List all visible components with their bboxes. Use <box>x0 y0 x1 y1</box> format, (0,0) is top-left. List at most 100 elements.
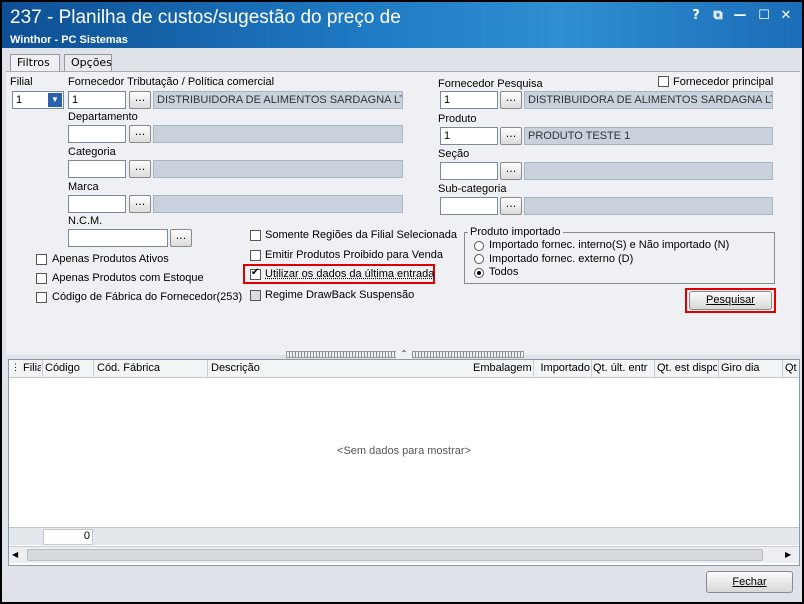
ncm-input[interactable] <box>68 229 168 247</box>
filters-panel: Filial 1 ▼ Fornecedor Tributação / Polít… <box>6 71 800 355</box>
column-header-giro-dia[interactable]: Giro dia <box>721 362 781 374</box>
marca-input[interactable] <box>68 195 126 213</box>
produto-label: Produto <box>438 113 477 125</box>
subcategoria-name-field <box>524 197 773 215</box>
column-header-importado[interactable]: Importado <box>536 362 590 374</box>
filial-value: 1 <box>16 94 23 106</box>
forn-pesq-search-button[interactable]: ... <box>500 91 522 109</box>
fechar-button[interactable]: Fechar <box>706 571 793 593</box>
emitir-proibido-label: Emitir Produtos Proibido para Venda <box>265 249 443 261</box>
radio-importado-interno[interactable] <box>474 241 484 251</box>
somente-regioes-label: Somente Regiões da Filial Selecionada <box>265 229 458 241</box>
column-separator <box>782 360 783 378</box>
forn-trib-name-field: DISTRIBUIDORA DE ALIMENTOS SARDAGNA LTDA <box>153 91 403 109</box>
departamento-name-field <box>153 125 403 143</box>
column-separator <box>654 360 655 378</box>
apenas-ativos-label: Apenas Produtos Ativos <box>52 253 169 265</box>
subcategoria-search-button[interactable]: ... <box>500 197 522 215</box>
scroll-thumb[interactable] <box>27 549 763 561</box>
column-separator <box>42 360 43 378</box>
filial-select[interactable]: 1 ▼ <box>12 91 64 109</box>
secao-label: Seção <box>438 148 470 160</box>
marca-search-button[interactable]: ... <box>129 195 151 213</box>
radio-todos-label: Todos <box>489 266 519 278</box>
tab-opcoes[interactable]: Opções <box>64 54 112 71</box>
title-bar: 237 - Planilha de custos/sugestão do pre… <box>2 2 802 48</box>
column-header-qt[interactable]: Qt <box>785 362 799 374</box>
window-subtitle: Winthor - PC Sistemas <box>10 34 128 46</box>
categoria-input[interactable] <box>68 160 126 178</box>
marca-label: Marca <box>68 181 99 193</box>
emitir-proibido-checkbox[interactable] <box>250 250 261 261</box>
scroll-left-icon[interactable]: ◀ <box>12 550 18 559</box>
panel-splitter[interactable]: ⌃ <box>286 350 524 359</box>
chevron-up-icon[interactable]: ⌃ <box>396 350 412 359</box>
column-separator <box>207 360 208 378</box>
radio-importado-externo-label: Importado fornec. externo (D) <box>489 253 634 265</box>
column-header-cod-fabrica[interactable]: Cód. Fábrica <box>97 362 207 374</box>
footer-total: 0 <box>43 529 93 545</box>
radio-importado-externo[interactable] <box>474 254 484 264</box>
secao-search-button[interactable]: ... <box>500 162 522 180</box>
apenas-estoque-label: Apenas Produtos com Estoque <box>52 272 204 284</box>
utilizar-ultima-label: Utilizar os dados da última entrada <box>265 268 435 280</box>
radio-importado-interno-label: Importado fornec. interno(S) e Não impor… <box>489 239 730 251</box>
categoria-label: Categoria <box>68 146 116 158</box>
forn-principal-checkbox[interactable] <box>658 76 669 87</box>
somente-regioes-checkbox[interactable] <box>250 230 261 241</box>
marca-name-field <box>153 195 403 213</box>
departamento-label: Departamento <box>68 111 138 123</box>
subcategoria-input[interactable] <box>440 197 498 215</box>
secao-input[interactable] <box>440 162 498 180</box>
produto-search-button[interactable]: ... <box>500 127 522 145</box>
apenas-estoque-checkbox[interactable] <box>36 273 47 284</box>
pesquisar-button[interactable]: Pesquisar <box>689 291 772 310</box>
codigo-fabrica-checkbox[interactable] <box>36 292 47 303</box>
grid-footer: 0 <box>9 527 799 545</box>
maximize-button[interactable]: ☐ <box>756 8 772 24</box>
forn-trib-search-button[interactable]: ... <box>129 91 151 109</box>
column-header-qt-ult-entr[interactable]: Qt. últ. entr <box>593 362 653 374</box>
departamento-input[interactable] <box>68 125 126 143</box>
departamento-search-button[interactable]: ... <box>129 125 151 143</box>
forn-principal-label: Fornecedor principal <box>673 76 774 88</box>
regime-drawback-label: Regime DrawBack Suspensão <box>265 289 415 301</box>
column-header-filial[interactable]: Filia <box>23 362 41 374</box>
help-button[interactable]: ? <box>688 8 704 24</box>
forn-pesq-label: Fornecedor Pesquisa <box>438 78 543 90</box>
grid-menu-icon[interactable]: ⋮ <box>11 362 19 373</box>
window-title: 237 - Planilha de custos/sugestão do pre… <box>10 7 401 28</box>
empty-message: <Sem dados para mostrar> <box>337 445 471 457</box>
forn-pesq-name-field: DISTRIBUIDORA DE ALIMENTOS SARDAGNA LTDA <box>524 91 773 109</box>
column-header-qt-est-dispo[interactable]: Qt. est dispo <box>657 362 717 374</box>
column-header-embalagem[interactable]: Embalagem <box>473 362 531 374</box>
main-window: 237 - Planilha de custos/sugestão do pre… <box>0 0 804 604</box>
apenas-ativos-checkbox[interactable] <box>36 254 47 265</box>
produto-importado-title: Produto importado <box>468 226 563 238</box>
produto-name-field: PRODUTO TESTE 1 <box>524 127 773 145</box>
horizontal-scrollbar[interactable]: ◀ ▶ <box>9 546 799 563</box>
regime-drawback-checkbox[interactable] <box>250 290 261 301</box>
column-header-codigo[interactable]: Código <box>45 362 93 374</box>
edit-icon[interactable]: ⧉ <box>710 8 726 24</box>
forn-trib-label: Fornecedor Tributação / Política comerci… <box>68 76 275 88</box>
categoria-search-button[interactable]: ... <box>129 160 151 178</box>
forn-pesq-code-input[interactable]: 1 <box>440 91 498 109</box>
categoria-name-field <box>153 160 403 178</box>
filial-label: Filial <box>10 76 33 88</box>
forn-trib-code-input[interactable]: 1 <box>68 91 126 109</box>
utilizar-ultima-checkbox[interactable] <box>250 267 261 280</box>
tab-filtros[interactable]: Filtros <box>10 54 60 72</box>
ncm-search-button[interactable]: ... <box>170 229 192 247</box>
minimize-button[interactable]: — <box>732 8 748 24</box>
scroll-right-icon[interactable]: ▶ <box>785 550 791 559</box>
radio-todos[interactable] <box>474 268 484 278</box>
grid-header: ⋮ Filia Código Cód. Fábrica Descrição Em… <box>9 360 799 378</box>
chevron-down-icon[interactable]: ▼ <box>48 93 62 107</box>
close-button[interactable]: ✕ <box>778 8 794 24</box>
codigo-fabrica-label: Código de Fábrica do Fornecedor(253) <box>52 291 243 303</box>
column-separator <box>718 360 719 378</box>
results-grid: ⋮ Filia Código Cód. Fábrica Descrição Em… <box>8 359 800 566</box>
produto-code-input[interactable]: 1 <box>440 127 498 145</box>
column-header-descricao[interactable]: Descrição <box>211 362 471 374</box>
